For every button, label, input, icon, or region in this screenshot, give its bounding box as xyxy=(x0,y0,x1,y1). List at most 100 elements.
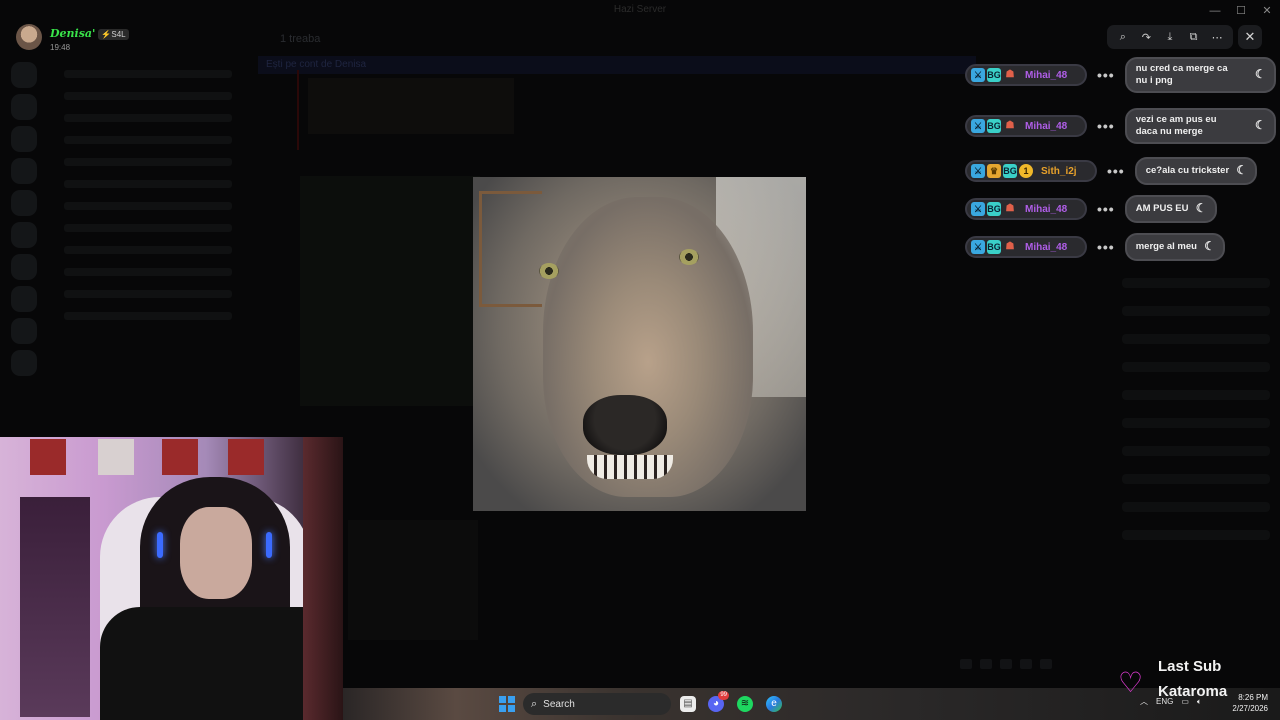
download-icon[interactable]: ⤓ xyxy=(1161,31,1179,44)
file-explorer-icon[interactable]: ▤ xyxy=(680,696,696,712)
subscriber-badge-icon: ☗ xyxy=(1005,69,1015,80)
message-image xyxy=(308,78,514,134)
server-icon[interactable] xyxy=(11,286,37,312)
last-sub-title: Last Sub xyxy=(1158,658,1222,675)
bg-badge-icon: BG xyxy=(987,119,1001,133)
chat-message: ⚔ ♛ BG 1 Sith_i2j ••• ce?ala cu trickste… xyxy=(965,157,1258,185)
bg-badge-icon: BG xyxy=(987,202,1001,216)
chat-username: Mihai_48 xyxy=(1025,241,1068,253)
taskbar-search[interactable]: ⌕ Search xyxy=(523,693,671,715)
chat-username: Sith_i2j xyxy=(1041,165,1077,177)
chat-message: ⚔ BG ☗ Mihai_48 ••• merge al meu ☾ xyxy=(965,233,1225,261)
chat-user-pill: ⚔ BG ☗ Mihai_48 xyxy=(965,236,1087,258)
chat-username: Mihai_48 xyxy=(1025,69,1068,81)
viewed-image xyxy=(473,177,806,511)
headphone-light xyxy=(266,532,272,558)
chat-bubble: merge al meu ☾ xyxy=(1124,233,1225,261)
more-icon[interactable]: ⋯ xyxy=(1208,31,1226,44)
more-dots-icon: ••• xyxy=(1097,118,1115,134)
moon-icon: ☾ xyxy=(1195,201,1207,215)
heart-icon: ♡ xyxy=(1118,667,1144,698)
webcam-overlay xyxy=(0,437,343,720)
channel-list xyxy=(48,56,248,436)
forward-icon[interactable]: ↷ xyxy=(1137,31,1155,44)
close-icon[interactable]: ✕ xyxy=(1238,25,1262,49)
chat-user-pill: ⚔ ♛ BG 1 Sith_i2j xyxy=(965,160,1097,182)
last-sub-name: Kataroma xyxy=(1158,683,1228,700)
message-image xyxy=(300,176,480,406)
chat-user-pill: ⚔ BG ☗ Mihai_48 xyxy=(965,64,1087,86)
server-icon[interactable] xyxy=(11,126,37,152)
subscriber-badge-icon: ☗ xyxy=(1005,120,1015,131)
sword-badge-icon: ⚔ xyxy=(971,68,985,82)
crown-badge-icon: ♛ xyxy=(987,164,1001,178)
server-icon[interactable] xyxy=(11,318,37,344)
message-image xyxy=(348,520,478,640)
chat-user-pill: ⚔ BG ☗ Mihai_48 xyxy=(965,115,1087,137)
user-badge: Denisa' ⚡S4L 19:48 xyxy=(16,24,129,52)
window-title: Hazi Server xyxy=(613,4,667,15)
server-icon[interactable] xyxy=(11,62,37,88)
moon-icon: ☾ xyxy=(1254,118,1266,132)
server-icon[interactable] xyxy=(11,158,37,184)
subscriber-badge-icon: ☗ xyxy=(1005,203,1015,214)
gift-badge-icon: 1 xyxy=(1019,164,1033,178)
channel-header: 1 treaba xyxy=(250,28,1110,52)
account-banner: Ești pe cont de Denisa xyxy=(258,56,976,74)
edge-icon[interactable]: e xyxy=(766,696,782,712)
spotify-icon[interactable]: ≋ xyxy=(737,696,753,712)
chat-bubble: AM PUS EU ☾ xyxy=(1124,195,1217,223)
nose xyxy=(583,395,667,455)
windows-start-icon[interactable] xyxy=(499,696,515,712)
bg-badge-icon: BG xyxy=(1003,164,1017,178)
notification-badge: 99 xyxy=(718,691,729,700)
taskbar-clock[interactable]: 8:26 PM 2/27/2026 xyxy=(1228,692,1268,714)
subscriber-badge-icon: ☗ xyxy=(1005,241,1015,252)
chat-username: Mihai_48 xyxy=(1025,120,1068,132)
teeth xyxy=(587,455,673,479)
server-icon[interactable] xyxy=(11,190,37,216)
channel-title: 1 treaba xyxy=(280,33,321,45)
sword-badge-icon: ⚔ xyxy=(971,240,985,254)
headphone-light xyxy=(157,532,163,558)
more-dots-icon: ••• xyxy=(1097,67,1115,83)
chat-username: Mihai_48 xyxy=(1025,203,1068,215)
search-icon: ⌕ xyxy=(531,697,538,710)
username: Denisa' xyxy=(50,27,96,40)
more-dots-icon: ••• xyxy=(1107,163,1125,179)
window-controls: — ☐ ✕ xyxy=(1202,0,1280,22)
chat-message: ⚔ BG ☗ Mihai_48 ••• nu cred ca merge ca … xyxy=(965,57,1276,93)
user-tag: ⚡S4L xyxy=(98,29,129,40)
message-input-tools xyxy=(960,656,1090,670)
moon-icon: ☾ xyxy=(1254,67,1266,81)
chat-user-pill: ⚔ BG ☗ Mihai_48 xyxy=(965,198,1087,220)
minimize-icon[interactable]: — xyxy=(1202,0,1228,22)
close-window-icon[interactable]: ✕ xyxy=(1254,0,1280,22)
eye xyxy=(679,249,699,265)
moon-icon: ☾ xyxy=(1236,163,1248,177)
member-list xyxy=(1112,260,1280,660)
chat-message: ⚔ BG ☗ Mihai_48 ••• AM PUS EU ☾ xyxy=(965,195,1217,223)
eye xyxy=(539,263,559,279)
server-icon[interactable] xyxy=(11,254,37,280)
moon-icon: ☾ xyxy=(1204,239,1215,253)
more-dots-icon: ••• xyxy=(1097,239,1115,255)
message-time: 19:48 xyxy=(50,43,71,52)
image-viewer-toolbar: ⌕ ↷ ⤓ ⧉ ⋯ xyxy=(1107,25,1233,49)
server-icon[interactable] xyxy=(11,222,37,248)
chat-bubble: vezi ce am pus eu daca nu merge ☾ xyxy=(1124,108,1276,144)
maximize-icon[interactable]: ☐ xyxy=(1228,0,1254,22)
open-external-icon[interactable]: ⧉ xyxy=(1185,31,1203,44)
zoom-icon[interactable]: ⌕ xyxy=(1114,31,1132,44)
server-icon[interactable] xyxy=(11,94,37,120)
discord-icon[interactable]: ◕ 99 xyxy=(708,691,729,712)
chat-message: ⚔ BG ☗ Mihai_48 ••• vezi ce am pus eu da… xyxy=(965,108,1276,144)
bg-badge-icon: BG xyxy=(987,68,1001,82)
avatar[interactable] xyxy=(16,24,42,50)
bg-badge-icon: BG xyxy=(987,240,1001,254)
server-icon[interactable] xyxy=(11,350,37,376)
chat-bubble: nu cred ca merge ca nu i png ☾ xyxy=(1124,57,1276,93)
server-sidebar xyxy=(0,56,48,456)
clock-date: 2/27/2026 xyxy=(1232,704,1268,713)
clock-time: 8:26 PM xyxy=(1238,693,1268,702)
